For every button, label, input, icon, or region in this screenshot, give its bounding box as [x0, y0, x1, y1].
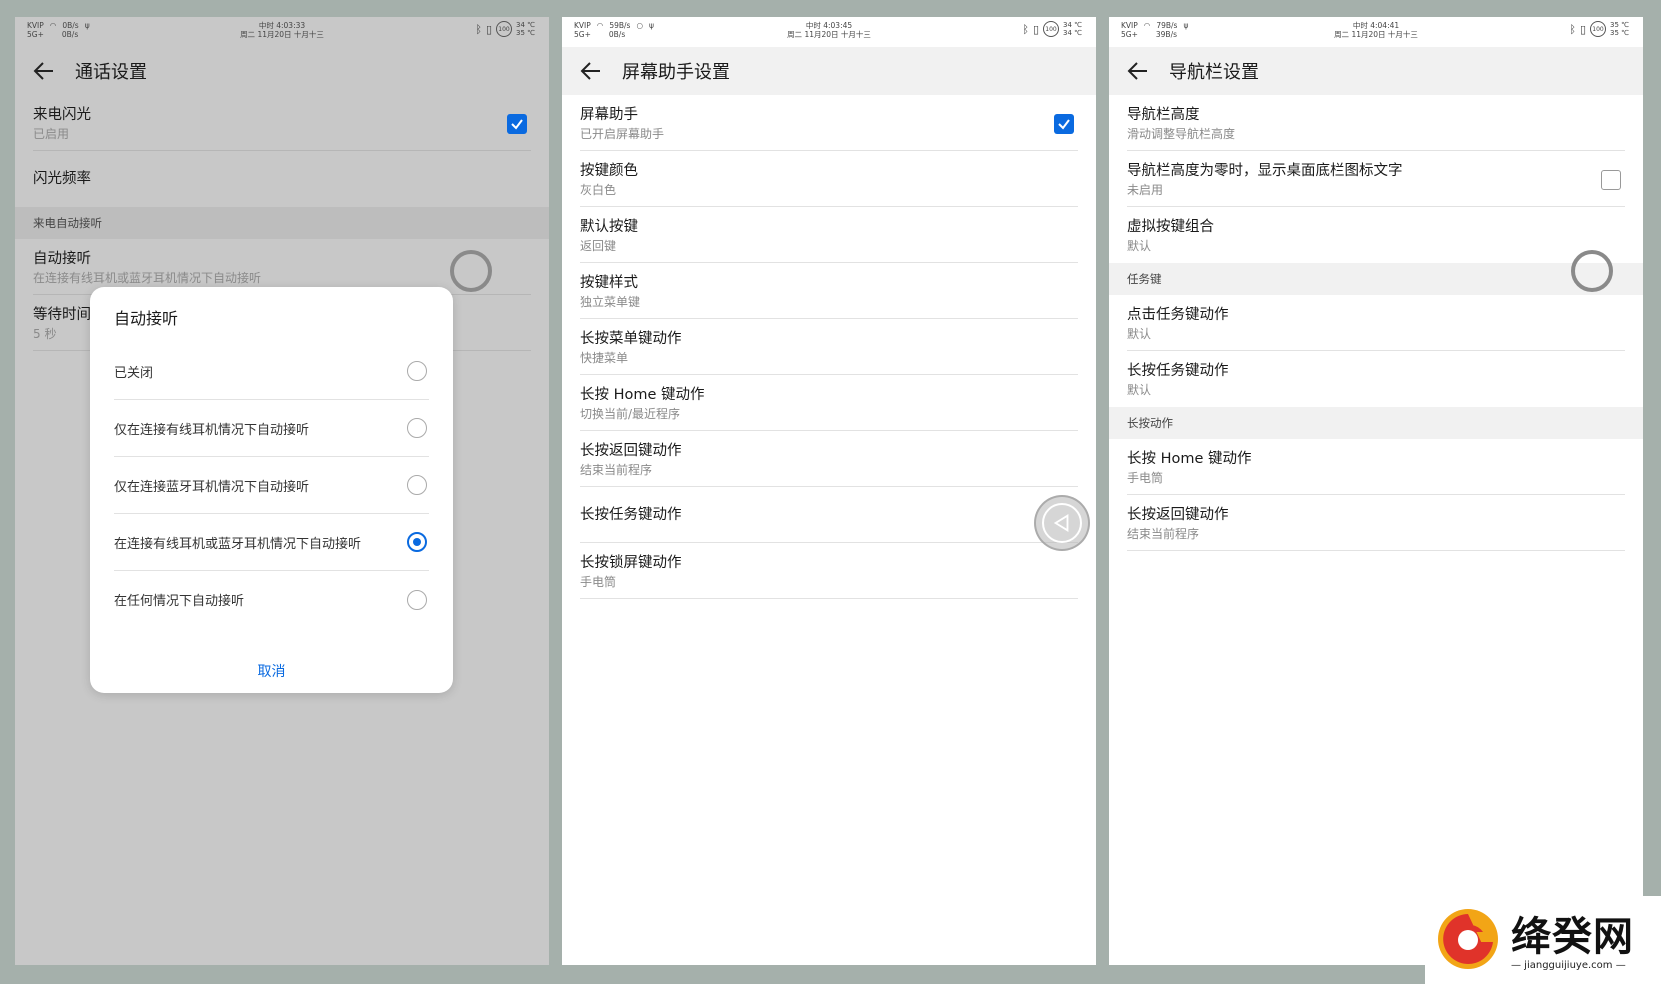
status-date: 周二 11月20日 十月十三	[240, 30, 324, 39]
setting-long-press-task[interactable]: 长按任务键动作	[562, 487, 1096, 543]
option-bluetooth-only[interactable]: 仅在连接蓝牙耳机情况下自动接听	[114, 457, 429, 514]
page-title: 导航栏设置	[1169, 62, 1259, 83]
checkbox-checked-icon[interactable]	[1054, 114, 1074, 134]
settings-list: 导航栏高度 滑动调整导航栏高度 导航栏高度为零时，显示桌面底栏图标文字 未启用 …	[1109, 95, 1643, 551]
status-date: 周二 11月20日 十月十三	[1334, 30, 1418, 39]
option-always[interactable]: 在任何情况下自动接听	[114, 571, 429, 628]
touch-indicator	[450, 250, 492, 292]
vibrate-icon: ▯	[1032, 22, 1039, 36]
setting-long-press-home[interactable]: 长按 Home 键动作 切换当前/最近程序	[562, 375, 1096, 431]
auto-answer-dialog: 自动接听 已关闭 仅在连接有线耳机情况下自动接听 仅在连接蓝牙耳机情况下自动接听…	[90, 287, 453, 693]
back-arrow-icon[interactable]	[33, 60, 55, 82]
dialog-title: 自动接听	[114, 309, 179, 328]
setting-screen-assistant[interactable]: 屏幕助手 已开启屏幕助手	[562, 95, 1096, 151]
setting-long-press-menu[interactable]: 长按菜单键动作 快捷菜单	[562, 319, 1096, 375]
section-header: 长按动作	[1109, 407, 1643, 439]
screen-call-settings: KVIP ◠ 0B/s ψ 5G+ 0B/s 中时 4:03:33 周二 11月20日 …	[15, 17, 549, 965]
site-logo-icon	[1438, 909, 1498, 969]
status-time: 中时 4:03:33	[258, 21, 306, 30]
screen-navbar-settings: KVIP ◠ 79B/s ψ 5G+ 39B/s 中时 4:04:41 周二 11月20…	[1109, 17, 1643, 965]
settings-list: 屏幕助手 已开启屏幕助手 按键颜色 灰白色 默认按键 返回键 按键样式 独立菜单…	[562, 95, 1096, 599]
cancel-button[interactable]: 取消	[114, 661, 429, 681]
setting-incoming-flash[interactable]: 来电闪光 已启用	[15, 95, 549, 151]
setting-key-color[interactable]: 按键颜色 灰白色	[562, 151, 1096, 207]
bluetooth-icon: ᛒ	[1022, 22, 1029, 36]
vibrate-icon: ▯	[485, 22, 492, 36]
setting-key-style[interactable]: 按键样式 独立菜单键	[562, 263, 1096, 319]
app-bar: 屏幕助手设置	[562, 47, 1096, 95]
bluetooth-icon: ᛒ	[1569, 22, 1576, 36]
option-wired-only[interactable]: 仅在连接有线耳机情况下自动接听	[114, 400, 429, 457]
status-bar: KVIP ◠ 0B/s ψ 5G+ 0B/s 中时 4:03:33 周二 11月20日 …	[15, 17, 549, 47]
battery-icon: 100	[496, 21, 512, 37]
setting-navbar-height[interactable]: 导航栏高度 滑动调整导航栏高度	[1109, 95, 1643, 151]
bluetooth-icon: ᛒ	[475, 22, 482, 36]
site-url: — jiangguijiuye.com —	[1511, 960, 1626, 971]
site-name: 绛癸网	[1511, 914, 1634, 960]
setting-flash-frequency[interactable]: 闪光频率	[15, 151, 549, 207]
option-wired-or-bluetooth[interactable]: 在连接有线耳机或蓝牙耳机情况下自动接听	[114, 514, 429, 571]
vibrate-icon: ▯	[1579, 22, 1586, 36]
radio-icon[interactable]	[407, 361, 427, 381]
setting-long-press-lock[interactable]: 长按锁屏键动作 手电筒	[562, 543, 1096, 599]
radio-icon[interactable]	[407, 475, 427, 495]
battery-icon: 100	[1590, 21, 1606, 37]
floating-back-button[interactable]	[1034, 495, 1090, 551]
setting-long-press-task-key[interactable]: 长按任务键动作 默认	[1109, 351, 1643, 407]
section-header: 任务键	[1109, 263, 1643, 295]
page-title: 通话设置	[75, 62, 147, 83]
setting-long-press-home[interactable]: 长按 Home 键动作 手电筒	[1109, 439, 1643, 495]
status-bar: KVIP ◠ 79B/s ψ 5G+ 39B/s 中时 4:04:41 周二 11月20…	[1109, 17, 1643, 47]
radio-selected-icon[interactable]	[407, 532, 427, 552]
site-watermark: 绛癸网 — jiangguijiuye.com —	[1425, 896, 1661, 984]
status-time: 中时 4:04:41	[1352, 21, 1400, 30]
radio-icon[interactable]	[407, 589, 427, 610]
setting-virtual-key-combo[interactable]: 虚拟按键组合 默认	[1109, 207, 1643, 263]
screen-screen-assistant-settings: KVIP ◠ 59B/s ○ ψ 5G+ 0B/s 中时 4:03:45 周二 11月20…	[562, 17, 1096, 965]
status-date: 周二 11月20日 十月十三	[787, 30, 871, 39]
back-triangle-icon	[1053, 514, 1069, 532]
app-bar: 通话设置	[15, 47, 549, 95]
radio-icon[interactable]	[407, 418, 427, 438]
option-off[interactable]: 已关闭	[114, 343, 429, 400]
touch-indicator	[1571, 250, 1613, 292]
back-arrow-icon[interactable]	[580, 60, 602, 82]
setting-long-press-back[interactable]: 长按返回键动作 结束当前程序	[1109, 495, 1643, 551]
status-time: 中时 4:03:45	[805, 21, 853, 30]
setting-tap-task-key[interactable]: 点击任务键动作 默认	[1109, 295, 1643, 351]
setting-show-dock-labels[interactable]: 导航栏高度为零时，显示桌面底栏图标文字 未启用	[1109, 151, 1643, 207]
section-header: 来电自动接听	[15, 207, 549, 239]
setting-long-press-back[interactable]: 长按返回键动作 结束当前程序	[562, 431, 1096, 487]
app-bar: 导航栏设置	[1109, 47, 1643, 95]
setting-default-key[interactable]: 默认按键 返回键	[562, 207, 1096, 263]
back-arrow-icon[interactable]	[1127, 60, 1149, 82]
status-bar: KVIP ◠ 59B/s ○ ψ 5G+ 0B/s 中时 4:03:45 周二 11月20…	[562, 17, 1096, 47]
battery-icon: 100	[1043, 21, 1059, 37]
checkbox-unchecked-icon[interactable]	[1601, 170, 1621, 190]
checkbox-checked-icon[interactable]	[507, 114, 527, 134]
page-title: 屏幕助手设置	[622, 62, 730, 83]
